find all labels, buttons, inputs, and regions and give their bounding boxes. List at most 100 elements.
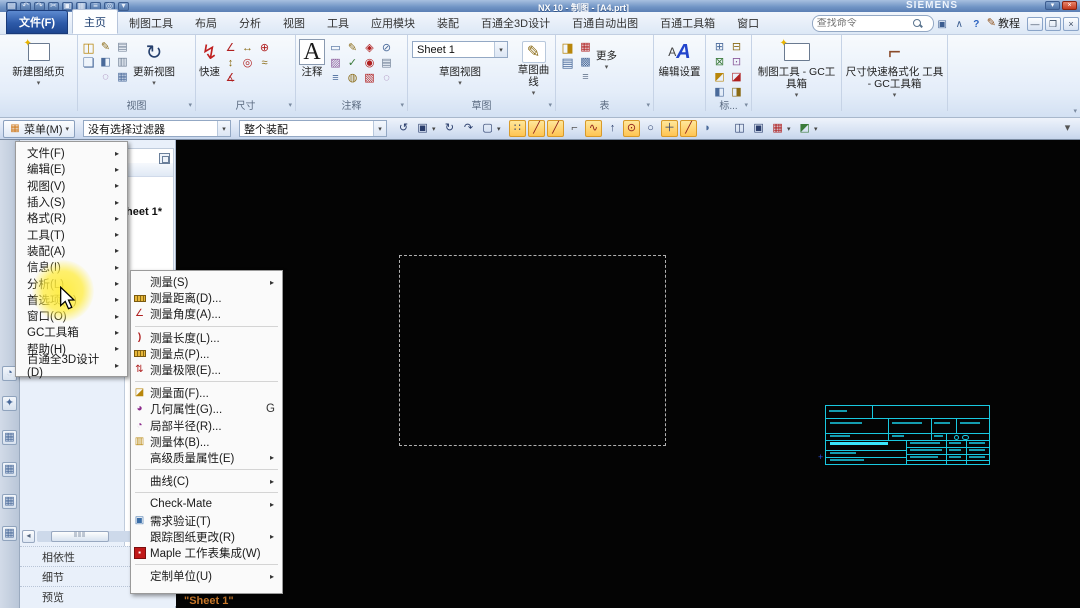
menu-item-baitong-3d[interactable]: 百通全3D设计(D) bbox=[16, 354, 127, 379]
view-wizard-icon[interactable] bbox=[81, 40, 96, 54]
vertical-dimension-icon[interactable] bbox=[223, 56, 238, 70]
wcs-dynamics-icon[interactable] bbox=[731, 120, 748, 137]
submenu-item-curve[interactable]: 曲线(C) bbox=[131, 473, 282, 489]
submenu-item-customize-units[interactable]: 定制单位(U) bbox=[131, 568, 282, 584]
menu-item-format[interactable]: 格式(R) bbox=[16, 210, 127, 226]
more-button[interactable]: 更多 bbox=[593, 37, 620, 84]
weld-symbol-icon[interactable] bbox=[362, 71, 377, 85]
doc-close-button[interactable] bbox=[1063, 17, 1079, 31]
new-sheet-button[interactable]: 新建图纸页 bbox=[0, 37, 77, 89]
menu-item-assemblies[interactable]: 装配(A) bbox=[16, 243, 127, 259]
search-icon[interactable] bbox=[912, 19, 922, 28]
snap-intersection-icon[interactable] bbox=[661, 120, 679, 137]
sketch-curve-dropdown-icon[interactable] bbox=[532, 89, 536, 97]
menu-item-file[interactable]: 文件(F) bbox=[16, 145, 127, 161]
chamfer-dimension-icon[interactable] bbox=[257, 56, 272, 70]
qat-customize-icon[interactable] bbox=[118, 1, 129, 11]
snap-midpoint-icon[interactable] bbox=[547, 120, 565, 137]
std-icon-6[interactable] bbox=[729, 70, 744, 84]
menu-item-edit[interactable]: 编辑(E) bbox=[16, 161, 127, 177]
reattach-icon[interactable] bbox=[460, 120, 477, 137]
note-button[interactable]: A 注释 bbox=[296, 37, 328, 85]
submenu-item-measure-angle[interactable]: 测量角度(A)... bbox=[131, 306, 282, 322]
sketch-curve-button[interactable]: 草图曲线 bbox=[512, 37, 555, 99]
snap-existing-point-icon[interactable] bbox=[680, 120, 698, 137]
snap-center-icon[interactable] bbox=[623, 120, 641, 137]
help-icon[interactable] bbox=[969, 17, 984, 32]
submenu-item-track-drawing-changes[interactable]: 跟踪图纸更改(R) bbox=[131, 529, 282, 545]
scroll-left-icon[interactable] bbox=[22, 529, 35, 543]
part-navigator-icon[interactable] bbox=[2, 494, 17, 509]
break-view-icon[interactable] bbox=[115, 55, 130, 69]
edit-settings-button[interactable]: AA 编辑设置 bbox=[654, 37, 705, 80]
balloon-icon[interactable] bbox=[379, 71, 394, 85]
bend-table-icon[interactable] bbox=[578, 55, 593, 69]
toolbar-overflow-icon[interactable] bbox=[1059, 120, 1076, 137]
datum-target-icon[interactable] bbox=[379, 41, 394, 55]
menu-button[interactable]: 菜单(M) bbox=[3, 119, 76, 138]
submenu-item-maple-worksheet[interactable]: Maple 工作表集成(W) bbox=[131, 545, 282, 561]
angular-dimension-icon[interactable] bbox=[223, 41, 238, 55]
doc-minimize-button[interactable] bbox=[1027, 17, 1043, 31]
selection-filter-combo[interactable]: 没有选择过滤器 bbox=[83, 120, 232, 137]
snap-endpoint-icon[interactable] bbox=[528, 120, 546, 137]
gc-drafting-tools-button[interactable]: 制图工具 - GC工具箱 bbox=[752, 37, 841, 101]
snap-corner-icon[interactable] bbox=[566, 120, 583, 137]
std-icon-2[interactable] bbox=[729, 40, 744, 54]
feature-control-frame-icon[interactable] bbox=[328, 41, 343, 55]
gc-dimension-format-button[interactable]: 尺寸快速格式化 工具 - GC工具箱 bbox=[842, 37, 947, 101]
selection-scope-dropdown-icon[interactable] bbox=[373, 121, 387, 136]
full-screen-icon[interactable] bbox=[1045, 1, 1060, 10]
image-icon[interactable] bbox=[379, 56, 394, 70]
crosshatch-icon[interactable] bbox=[328, 56, 343, 70]
sketch-group-launcher-icon[interactable] bbox=[548, 101, 552, 109]
gc-dimension-dropdown-icon[interactable] bbox=[893, 91, 897, 99]
submenu-item-measure-distance[interactable]: 测量距离(D)... bbox=[131, 290, 282, 306]
submenu-item-geometric-properties[interactable]: 几何属性(G)...G bbox=[131, 401, 282, 417]
std-icon-3[interactable] bbox=[712, 55, 727, 69]
snap-pole-icon[interactable] bbox=[604, 120, 621, 137]
rectangle-select-dropdown-icon[interactable] bbox=[497, 125, 505, 133]
surface-finish-icon[interactable] bbox=[345, 71, 360, 85]
text-icon[interactable] bbox=[328, 71, 343, 85]
view-operations-dropdown-icon[interactable] bbox=[814, 125, 822, 133]
window-layout-icon[interactable] bbox=[935, 17, 950, 32]
standard-group-launcher-icon[interactable] bbox=[744, 101, 748, 109]
menu-item-tools[interactable]: 工具(T) bbox=[16, 226, 127, 242]
tab-view[interactable]: 视图 bbox=[272, 11, 316, 34]
graphics-canvas[interactable]: "Sheet 1" bbox=[176, 140, 1080, 608]
menu-item-insert[interactable]: 插入(S) bbox=[16, 194, 127, 210]
rapid-dimension-button[interactable]: 快速 bbox=[196, 37, 223, 85]
more-dropdown-icon[interactable] bbox=[605, 63, 609, 71]
tab-assemblies[interactable]: 装配 bbox=[426, 11, 470, 34]
section-view-icon[interactable] bbox=[115, 40, 130, 54]
arc-dimension-icon[interactable] bbox=[223, 71, 238, 85]
sheet-tab-label[interactable]: "Sheet 1" bbox=[184, 595, 234, 607]
detail-view-icon[interactable] bbox=[98, 55, 113, 69]
snapshot-icon[interactable] bbox=[414, 120, 431, 137]
rectangle-select-icon[interactable] bbox=[479, 120, 496, 137]
datum-feature-icon[interactable] bbox=[362, 41, 377, 55]
selection-filter-dropdown-icon[interactable] bbox=[217, 121, 231, 136]
symbol-check-icon[interactable] bbox=[345, 56, 360, 70]
snap-point-icon[interactable] bbox=[509, 120, 527, 137]
new-sheet-dropdown-icon[interactable] bbox=[37, 79, 41, 87]
scrollbar-thumb[interactable]: ⦀⦀⦀ bbox=[51, 530, 109, 542]
tab-layout[interactable]: 布局 bbox=[184, 11, 228, 34]
menu-item-gc-toolbox[interactable]: GC工具箱 bbox=[16, 324, 127, 340]
update-views-dropdown-icon[interactable] bbox=[152, 79, 156, 87]
tab-tools[interactable]: 工具 bbox=[316, 11, 360, 34]
linear-dimension-icon[interactable] bbox=[240, 41, 255, 55]
std-icon-5[interactable] bbox=[712, 70, 727, 84]
diameter-dimension-icon[interactable] bbox=[240, 56, 255, 70]
tab-window[interactable]: 窗口 bbox=[726, 11, 770, 34]
sketch-view-label[interactable]: 草图视图 bbox=[439, 66, 481, 78]
tab-application[interactable]: 应用模块 bbox=[360, 11, 426, 34]
snap-quadrant-icon[interactable] bbox=[699, 120, 716, 137]
selection-scope-combo[interactable]: 整个装配 bbox=[239, 120, 388, 137]
annotation-group-launcher-icon[interactable] bbox=[400, 101, 404, 109]
tab-baitong-3d[interactable]: 百通全3D设计 bbox=[470, 11, 561, 34]
ribbon-options-icon[interactable] bbox=[1073, 107, 1077, 115]
submenu-item-measure-length[interactable]: 测量长度(L)... bbox=[131, 330, 282, 346]
submenu-item-measure[interactable]: 测量(S) bbox=[131, 274, 282, 290]
